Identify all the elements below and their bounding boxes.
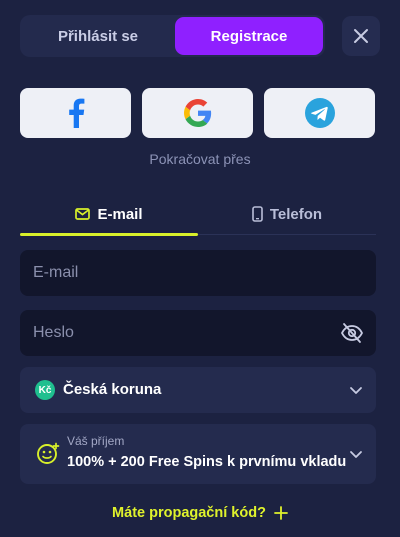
email-input[interactable]: [33, 264, 323, 282]
password-input[interactable]: [33, 324, 323, 342]
tab-login[interactable]: Přihlásit se: [22, 17, 174, 55]
facebook-login-button[interactable]: [20, 88, 131, 138]
google-login-button[interactable]: [142, 88, 253, 138]
telegram-login-button[interactable]: [264, 88, 375, 138]
currency-select[interactable]: Kč Česká koruna: [20, 367, 376, 413]
close-icon: [354, 29, 368, 43]
eye-off-icon[interactable]: [340, 321, 364, 345]
continue-with-label: Pokračovat přes: [149, 151, 251, 167]
chevron-down-icon: [350, 387, 362, 394]
auth-switch: Přihlásit se Registrace: [20, 15, 325, 57]
google-icon: [183, 99, 211, 127]
bonus-select[interactable]: Váš příjem 100% + 200 Free Spins k první…: [20, 424, 376, 484]
tab-phone[interactable]: Telefon: [198, 194, 376, 234]
registration-modal: Přihlásit se Registrace Pokračovat přes: [0, 0, 400, 537]
email-field-wrapper: [20, 250, 376, 296]
currency-badge: Kč: [35, 380, 55, 400]
password-field-wrapper: [20, 310, 376, 356]
bonus-value: 100% + 200 Free Spins k prvnímu vkladu: [67, 454, 347, 470]
bonus-caption: Váš příjem: [67, 434, 125, 448]
tab-register[interactable]: Registrace: [175, 17, 323, 55]
method-tabs: E-mail Telefon: [20, 194, 376, 236]
promo-code-toggle[interactable]: Máte propagační kód?: [0, 505, 400, 521]
chevron-down-icon: [350, 451, 362, 458]
mail-icon: [75, 208, 91, 220]
plus-icon: [274, 506, 288, 520]
tab-email[interactable]: E-mail: [20, 194, 198, 234]
active-tab-indicator: [20, 233, 198, 236]
currency-label: Česká koruna: [63, 381, 162, 398]
close-button[interactable]: [342, 16, 380, 56]
facebook-icon: [68, 98, 84, 128]
smile-icon: [37, 442, 60, 464]
promo-label: Máte propagační kód?: [112, 505, 266, 521]
tab-phone-label: Telefon: [269, 205, 323, 223]
tab-email-label: E-mail: [97, 205, 143, 223]
telegram-icon: [304, 98, 335, 128]
phone-icon: [252, 206, 263, 222]
